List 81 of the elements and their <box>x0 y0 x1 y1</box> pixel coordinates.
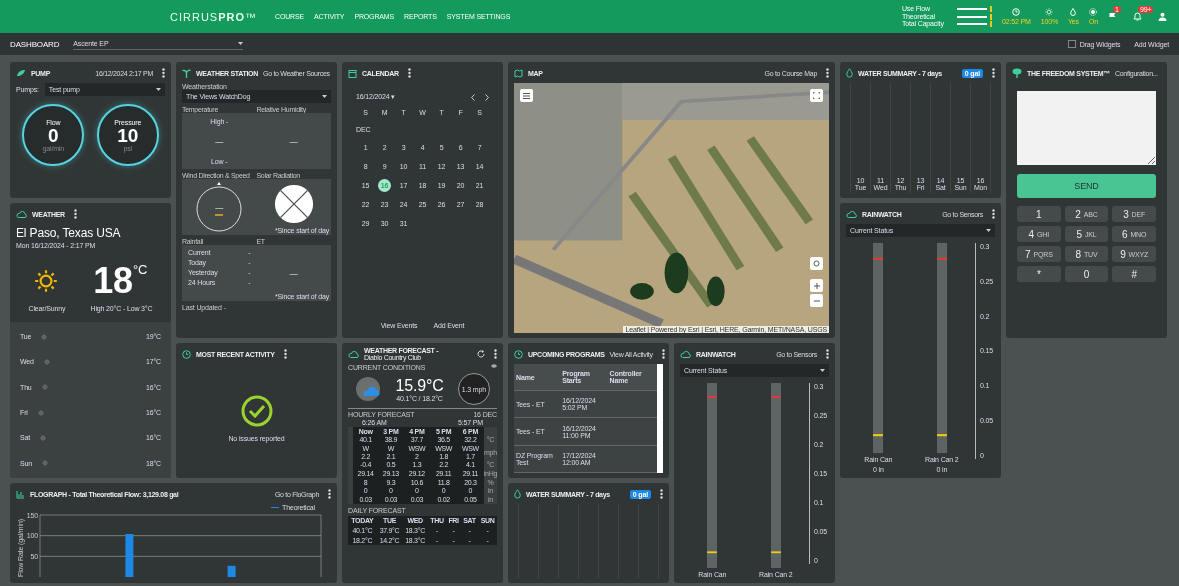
sprinkler-icon <box>1089 8 1098 16</box>
more-menu-icon[interactable] <box>407 68 411 78</box>
zoom-in-icon[interactable] <box>810 279 823 292</box>
keypad-key[interactable]: 0 <box>1064 266 1109 282</box>
tree-icon <box>1012 68 1022 78</box>
chart-bar <box>227 565 236 577</box>
leaf-icon <box>16 69 26 77</box>
solar-radiation-drawing <box>273 184 314 224</box>
send-button[interactable]: SEND <box>1017 174 1156 198</box>
eye-icon[interactable] <box>491 364 497 368</box>
more-menu-icon[interactable] <box>661 349 665 359</box>
caret-icon <box>322 95 327 98</box>
gauge-value: 0 <box>48 125 59 145</box>
humidity-reading: — <box>289 136 298 146</box>
sun-icon <box>33 269 58 293</box>
flow-bar <box>956 7 987 10</box>
more-menu-icon[interactable] <box>660 489 663 499</box>
keypad-key[interactable]: # <box>1112 266 1156 282</box>
next-icon[interactable] <box>485 93 489 101</box>
cloud-icon <box>680 350 691 358</box>
et-reading: — <box>289 268 298 278</box>
previous-icon[interactable] <box>471 93 475 101</box>
sun-icon <box>41 384 48 391</box>
caret-icon <box>238 42 244 45</box>
cloud-icon <box>846 210 857 218</box>
more-menu-icon[interactable] <box>826 68 829 78</box>
cloudy-weather-icon <box>355 376 382 402</box>
temperature: 18 <box>93 263 133 299</box>
refresh-icon[interactable] <box>477 350 485 358</box>
more-menu-icon[interactable] <box>992 209 995 219</box>
fullscreen-icon[interactable] <box>810 89 823 102</box>
more-menu-icon[interactable] <box>992 68 995 78</box>
cloud-icon <box>348 350 359 358</box>
temperature-unit: °C <box>132 263 148 279</box>
flow-bar <box>956 15 987 18</box>
message-field[interactable] <box>1017 91 1156 165</box>
caret-icon <box>156 88 161 91</box>
more-menu-icon[interactable] <box>162 68 165 78</box>
sun-icon <box>42 460 48 467</box>
compass-drawing <box>195 182 244 232</box>
keypad-key[interactable]: 1 <box>1017 206 1061 222</box>
drop-icon <box>1070 8 1077 16</box>
temperature-reading: — <box>215 136 224 146</box>
city-name: El Paso, Texas USA <box>16 226 122 240</box>
current-temperature: 15.9°C <box>395 376 444 395</box>
clock-icon <box>1012 8 1021 16</box>
sprout-icon <box>182 68 191 78</box>
flow-bar <box>956 23 987 26</box>
chart-icon <box>16 489 25 499</box>
sun-icon <box>43 359 50 365</box>
drop-icon <box>514 489 521 499</box>
wind-reading: — <box>215 202 224 212</box>
caret-icon <box>820 369 825 372</box>
more-menu-icon[interactable] <box>283 349 287 359</box>
clock-icon <box>514 349 523 359</box>
more-menu-icon[interactable] <box>73 209 77 219</box>
drop-icon <box>846 68 853 78</box>
bell-icon[interactable] <box>1133 12 1142 21</box>
clock-icon <box>182 349 191 359</box>
caret-icon <box>986 229 991 232</box>
chart-bar <box>125 534 134 577</box>
menu-icon[interactable] <box>520 89 533 102</box>
sun-icon <box>41 333 48 340</box>
gauge-value: 10 <box>117 125 139 145</box>
map-icon <box>514 68 523 78</box>
user-icon[interactable] <box>1158 12 1167 21</box>
sun-icon <box>37 409 44 416</box>
app-logo[interactable]: CIRRUSPRO™ <box>170 10 257 23</box>
scrollbar[interactable] <box>657 364 663 473</box>
locate-icon[interactable] <box>810 257 823 270</box>
sun-icon <box>1045 8 1054 16</box>
keypad-key[interactable]: * <box>1017 266 1061 282</box>
check-circle-icon <box>240 395 273 427</box>
sun-icon <box>40 434 47 441</box>
more-menu-icon[interactable] <box>494 349 497 359</box>
calendar-icon <box>348 68 357 78</box>
cloud-icon <box>16 210 27 218</box>
page-title: DASHBOARD <box>10 39 60 49</box>
more-menu-icon[interactable] <box>328 489 331 499</box>
legend-swatch <box>271 506 279 509</box>
more-menu-icon[interactable] <box>826 349 829 359</box>
